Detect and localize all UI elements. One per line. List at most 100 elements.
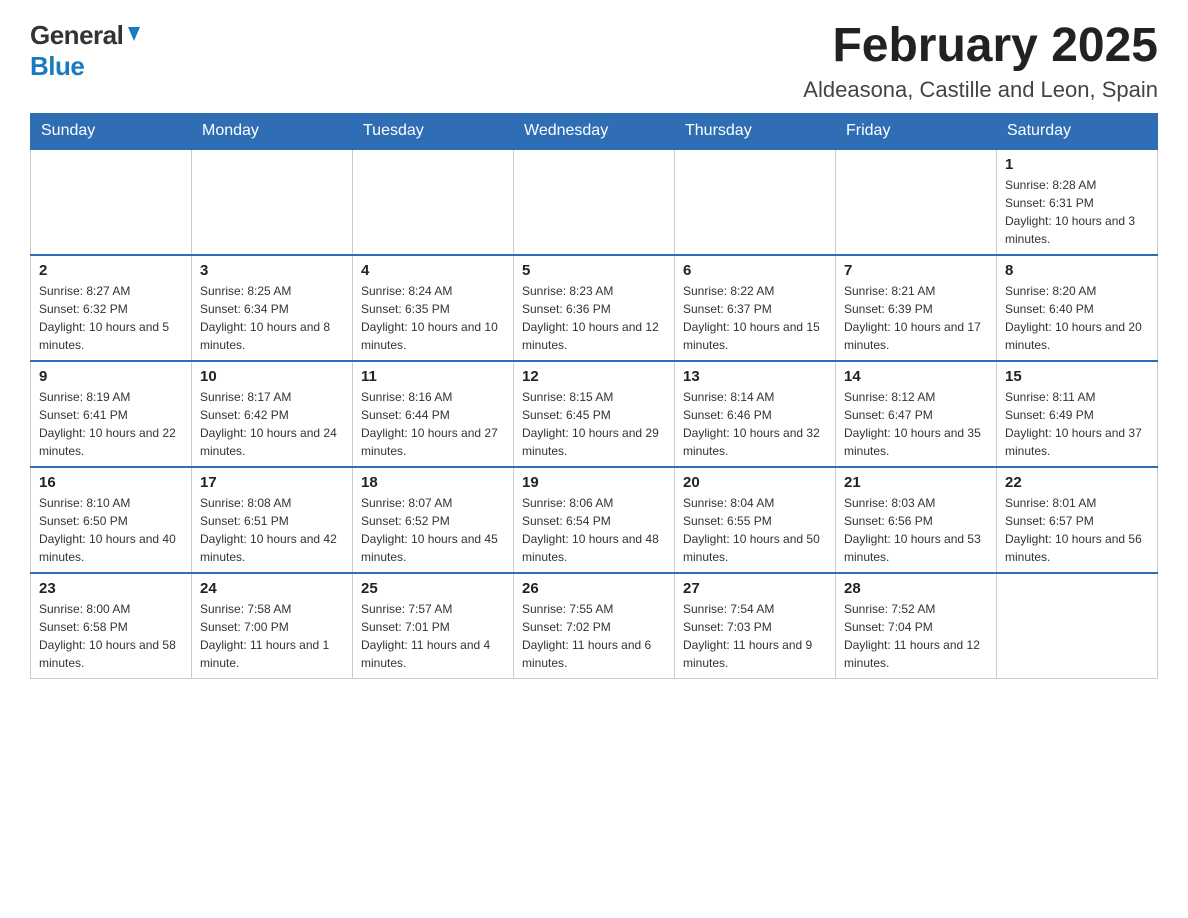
day-info: Sunrise: 8:07 AMSunset: 6:52 PMDaylight:…	[361, 494, 505, 566]
day-number: 21	[844, 474, 988, 491]
day-number: 18	[361, 474, 505, 491]
day-number: 19	[522, 474, 666, 491]
calendar-day-cell: 8 Sunrise: 8:20 AMSunset: 6:40 PMDaylight…	[997, 255, 1158, 361]
page-header: General Blue February 2025 Aldeasona, Ca…	[30, 20, 1158, 103]
calendar-day-cell: 1Sunrise: 8:28 AMSunset: 6:31 PMDaylight…	[997, 149, 1158, 255]
day-info: Sunrise: 7:57 AMSunset: 7:01 PMDaylight:…	[361, 600, 505, 672]
day-number: 16	[39, 474, 183, 491]
day-of-week-header: Tuesday	[353, 113, 514, 149]
day-info: Sunrise: 7:54 AMSunset: 7:03 PMDaylight:…	[683, 600, 827, 672]
day-number: 10	[200, 368, 344, 385]
calendar-day-cell	[192, 149, 353, 255]
logo: General Blue	[30, 20, 143, 82]
calendar-day-cell: 19Sunrise: 8:06 AMSunset: 6:54 PMDayligh…	[514, 467, 675, 573]
calendar-day-cell: 21 Sunrise: 8:03 AMSunset: 6:56 PMDayligh…	[836, 467, 997, 573]
calendar-week-row: 16 Sunrise: 8:10 AMSunset: 6:50 PMDayligh…	[31, 467, 1158, 573]
calendar-day-cell: 27 Sunrise: 7:54 AMSunset: 7:03 PMDayligh…	[675, 573, 836, 679]
day-info: Sunrise: 8:22 AMSunset: 6:37 PMDaylight:…	[683, 282, 827, 354]
calendar-day-cell: 2 Sunrise: 8:27 AMSunset: 6:32 PMDaylight…	[31, 255, 192, 361]
day-info: Sunrise: 8:23 AMSunset: 6:36 PMDaylight:…	[522, 282, 666, 354]
day-number: 1	[1005, 156, 1149, 173]
calendar-table: SundayMondayTuesdayWednesdayThursdayFrid…	[30, 113, 1158, 679]
day-number: 28	[844, 580, 988, 597]
calendar-day-cell: 26 Sunrise: 7:55 AMSunset: 7:02 PMDayligh…	[514, 573, 675, 679]
calendar-title: February 2025	[803, 20, 1158, 73]
calendar-day-cell: 16 Sunrise: 8:10 AMSunset: 6:50 PMDayligh…	[31, 467, 192, 573]
calendar-day-cell: 4Sunrise: 8:24 AMSunset: 6:35 PMDaylight…	[353, 255, 514, 361]
day-number: 12	[522, 368, 666, 385]
calendar-day-cell	[353, 149, 514, 255]
calendar-day-cell: 22 Sunrise: 8:01 AMSunset: 6:57 PMDayligh…	[997, 467, 1158, 573]
day-number: 5	[522, 262, 666, 279]
day-of-week-header: Sunday	[31, 113, 192, 149]
day-number: 2	[39, 262, 183, 279]
calendar-day-cell	[997, 573, 1158, 679]
day-info: Sunrise: 8:21 AMSunset: 6:39 PMDaylight:…	[844, 282, 988, 354]
calendar-day-cell: 7 Sunrise: 8:21 AMSunset: 6:39 PMDaylight…	[836, 255, 997, 361]
day-info: Sunrise: 8:04 AMSunset: 6:55 PMDaylight:…	[683, 494, 827, 566]
calendar-day-cell: 14 Sunrise: 8:12 AMSunset: 6:47 PMDayligh…	[836, 361, 997, 467]
day-number: 25	[361, 580, 505, 597]
day-info: Sunrise: 8:20 AMSunset: 6:40 PMDaylight:…	[1005, 282, 1149, 354]
day-number: 15	[1005, 368, 1149, 385]
day-info: Sunrise: 8:03 AMSunset: 6:56 PMDaylight:…	[844, 494, 988, 566]
day-info: Sunrise: 8:14 AMSunset: 6:46 PMDaylight:…	[683, 388, 827, 460]
day-of-week-header: Saturday	[997, 113, 1158, 149]
calendar-week-row: 9 Sunrise: 8:19 AMSunset: 6:41 PMDaylight…	[31, 361, 1158, 467]
day-info: Sunrise: 8:15 AMSunset: 6:45 PMDaylight:…	[522, 388, 666, 460]
calendar-day-cell	[675, 149, 836, 255]
title-block: February 2025 Aldeasona, Castille and Le…	[803, 20, 1158, 103]
day-info: Sunrise: 8:08 AMSunset: 6:51 PMDaylight:…	[200, 494, 344, 566]
day-number: 27	[683, 580, 827, 597]
day-number: 3	[200, 262, 344, 279]
calendar-day-cell: 9 Sunrise: 8:19 AMSunset: 6:41 PMDaylight…	[31, 361, 192, 467]
day-info: Sunrise: 8:25 AMSunset: 6:34 PMDaylight:…	[200, 282, 344, 354]
day-number: 13	[683, 368, 827, 385]
day-number: 14	[844, 368, 988, 385]
day-number: 9	[39, 368, 183, 385]
calendar-day-cell: 10 Sunrise: 8:17 AMSunset: 6:42 PMDayligh…	[192, 361, 353, 467]
day-number: 7	[844, 262, 988, 279]
calendar-day-cell: 25 Sunrise: 7:57 AMSunset: 7:01 PMDayligh…	[353, 573, 514, 679]
calendar-day-cell: 18 Sunrise: 8:07 AMSunset: 6:52 PMDayligh…	[353, 467, 514, 573]
calendar-day-cell: 17 Sunrise: 8:08 AMSunset: 6:51 PMDayligh…	[192, 467, 353, 573]
calendar-day-cell: 11Sunrise: 8:16 AMSunset: 6:44 PMDayligh…	[353, 361, 514, 467]
logo-general: General	[30, 20, 123, 51]
day-info: Sunrise: 8:00 AMSunset: 6:58 PMDaylight:…	[39, 600, 183, 672]
day-number: 26	[522, 580, 666, 597]
day-number: 6	[683, 262, 827, 279]
calendar-day-cell: 6 Sunrise: 8:22 AMSunset: 6:37 PMDaylight…	[675, 255, 836, 361]
day-number: 24	[200, 580, 344, 597]
logo-blue: Blue	[30, 51, 84, 81]
calendar-day-cell: 28 Sunrise: 7:52 AMSunset: 7:04 PMDayligh…	[836, 573, 997, 679]
day-info: Sunrise: 7:52 AMSunset: 7:04 PMDaylight:…	[844, 600, 988, 672]
day-of-week-header: Friday	[836, 113, 997, 149]
day-number: 17	[200, 474, 344, 491]
day-info: Sunrise: 8:19 AMSunset: 6:41 PMDaylight:…	[39, 388, 183, 460]
day-number: 8	[1005, 262, 1149, 279]
day-info: Sunrise: 8:16 AMSunset: 6:44 PMDaylight:…	[361, 388, 505, 460]
calendar-day-cell: 12 Sunrise: 8:15 AMSunset: 6:45 PMDayligh…	[514, 361, 675, 467]
day-info: Sunrise: 8:10 AMSunset: 6:50 PMDaylight:…	[39, 494, 183, 566]
calendar-header-row: SundayMondayTuesdayWednesdayThursdayFrid…	[31, 113, 1158, 149]
calendar-day-cell: 24Sunrise: 7:58 AMSunset: 7:00 PMDayligh…	[192, 573, 353, 679]
calendar-day-cell: 20 Sunrise: 8:04 AMSunset: 6:55 PMDayligh…	[675, 467, 836, 573]
day-info: Sunrise: 7:55 AMSunset: 7:02 PMDaylight:…	[522, 600, 666, 672]
calendar-day-cell	[514, 149, 675, 255]
day-of-week-header: Wednesday	[514, 113, 675, 149]
day-number: 22	[1005, 474, 1149, 491]
calendar-subtitle: Aldeasona, Castille and Leon, Spain	[803, 77, 1158, 103]
day-info: Sunrise: 8:01 AMSunset: 6:57 PMDaylight:…	[1005, 494, 1149, 566]
day-of-week-header: Thursday	[675, 113, 836, 149]
day-info: Sunrise: 8:27 AMSunset: 6:32 PMDaylight:…	[39, 282, 183, 354]
calendar-day-cell: 3 Sunrise: 8:25 AMSunset: 6:34 PMDaylight…	[192, 255, 353, 361]
calendar-week-row: 2 Sunrise: 8:27 AMSunset: 6:32 PMDaylight…	[31, 255, 1158, 361]
day-info: Sunrise: 8:17 AMSunset: 6:42 PMDaylight:…	[200, 388, 344, 460]
calendar-day-cell: 15Sunrise: 8:11 AMSunset: 6:49 PMDayligh…	[997, 361, 1158, 467]
day-of-week-header: Monday	[192, 113, 353, 149]
day-info: Sunrise: 8:12 AMSunset: 6:47 PMDaylight:…	[844, 388, 988, 460]
day-number: 20	[683, 474, 827, 491]
calendar-day-cell	[31, 149, 192, 255]
day-info: Sunrise: 8:24 AMSunset: 6:35 PMDaylight:…	[361, 282, 505, 354]
calendar-day-cell: 13 Sunrise: 8:14 AMSunset: 6:46 PMDayligh…	[675, 361, 836, 467]
